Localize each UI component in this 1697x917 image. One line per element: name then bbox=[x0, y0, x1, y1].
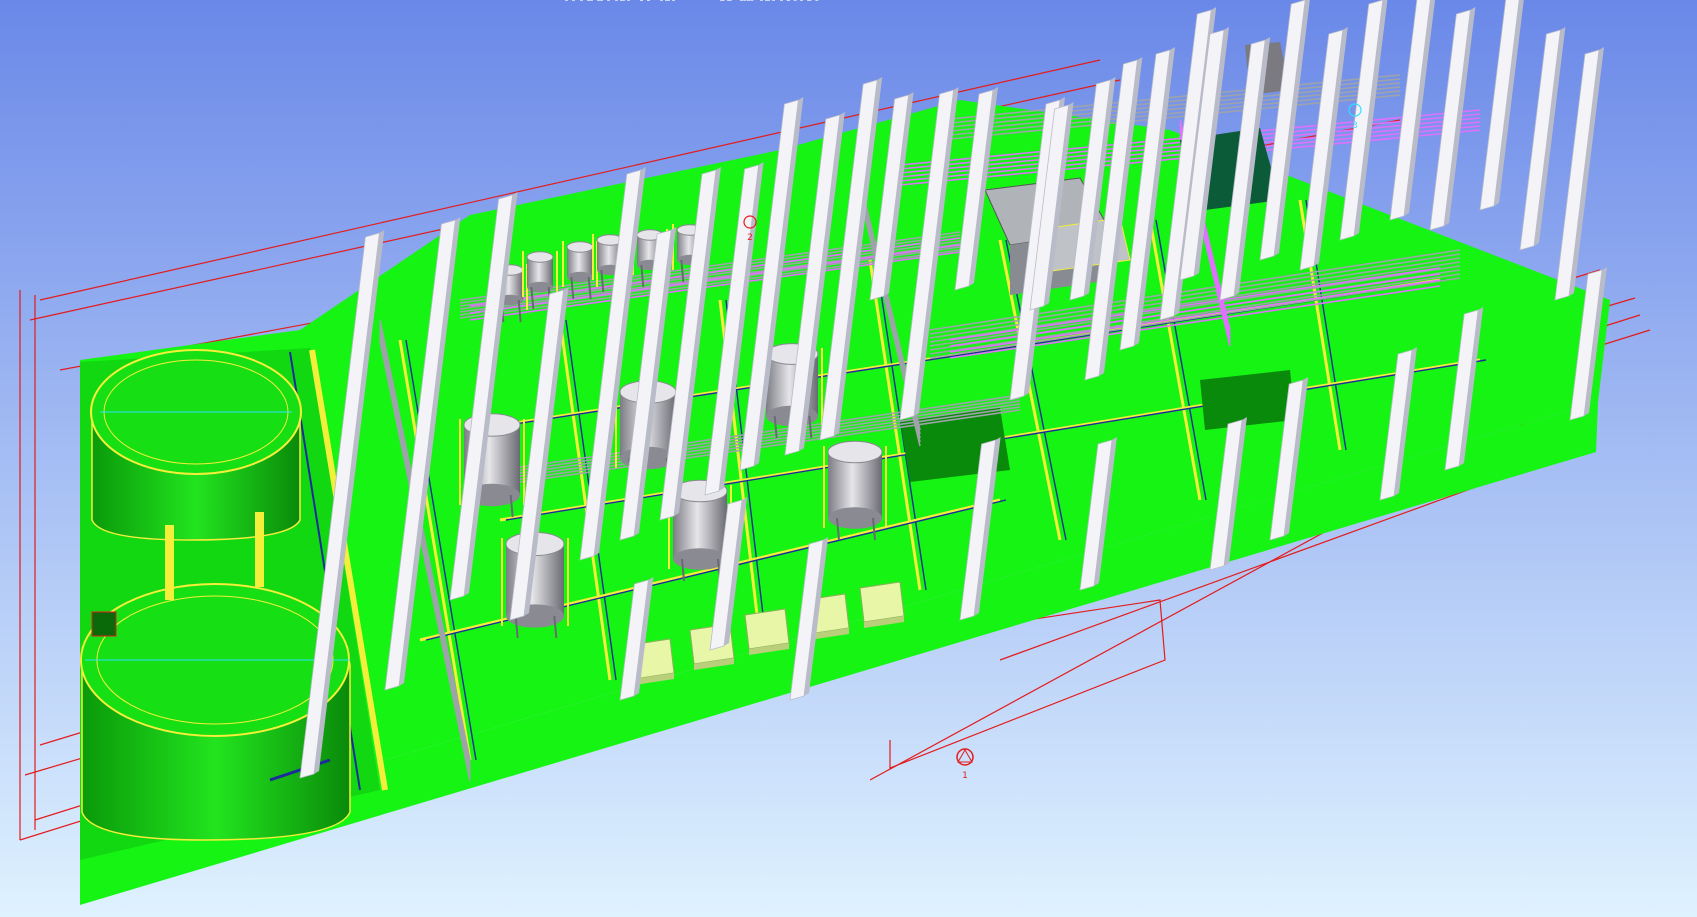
plant-3d-model-view[interactable]: 1 2 3 bbox=[0, 0, 1697, 917]
pallet-5 bbox=[859, 581, 905, 628]
floor-trench-2 bbox=[1200, 370, 1295, 430]
storage-tank-1[interactable] bbox=[90, 349, 302, 541]
svg-text:1: 1 bbox=[962, 771, 968, 781]
tank-support-2 bbox=[255, 512, 264, 587]
sump-pit bbox=[91, 611, 117, 637]
pallet-3 bbox=[744, 608, 790, 655]
svg-text:3: 3 bbox=[1352, 121, 1358, 131]
3d-viewport[interactable]: 1 2 3 bbox=[0, 0, 1697, 917]
svg-text:2: 2 bbox=[747, 233, 753, 243]
tank-support-1 bbox=[165, 525, 174, 600]
